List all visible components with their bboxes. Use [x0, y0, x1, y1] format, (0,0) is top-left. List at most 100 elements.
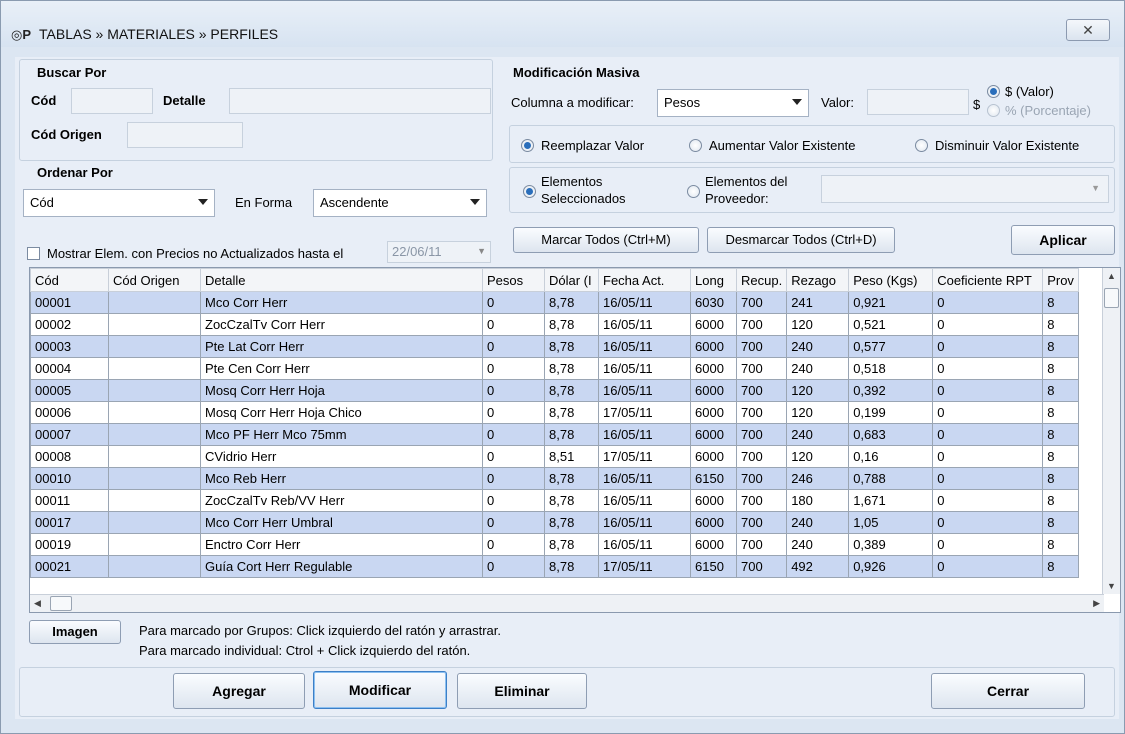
table-cell[interactable]: Guía Cort Herr Regulable [200, 555, 483, 578]
table-cell[interactable]: 700 [735, 423, 788, 446]
table-cell[interactable]: 700 [735, 291, 788, 314]
table-cell[interactable]: 00006 [30, 401, 109, 424]
table-cell[interactable]: 0,392 [848, 379, 934, 402]
table-cell[interactable]: 00019 [30, 533, 109, 556]
proveedor-select[interactable]: ▼ [821, 175, 1109, 203]
vertical-scroll-thumb[interactable] [1104, 288, 1119, 308]
table-cell[interactable]: 00007 [30, 423, 109, 446]
table-cell[interactable]: 120 [786, 379, 850, 402]
table-cell[interactable]: 6000 [690, 335, 737, 358]
table-cell[interactable]: 8 [1042, 511, 1079, 534]
table-cell[interactable]: 241 [786, 291, 850, 314]
table-cell[interactable]: 6000 [690, 379, 737, 402]
table-row[interactable]: 00010 Mco Reb Herr 0 8,78 16/05/11 6150 700 246… [30, 467, 1079, 490]
table-cell[interactable]: 0 [482, 511, 545, 534]
table-cell[interactable]: 00011 [30, 489, 109, 512]
table-cell[interactable]: 8,78 [544, 335, 599, 358]
table-cell[interactable]: 8,78 [544, 291, 599, 314]
table-cell[interactable]: ZocCzalTv Reb/VV Herr [200, 489, 483, 512]
table-cell[interactable] [108, 533, 201, 556]
table-cell[interactable]: 180 [786, 489, 850, 512]
table-cell[interactable]: 240 [786, 423, 850, 446]
table-row[interactable]: 00019 Enctro Corr Herr 0 8,78 16/05/11 6000 70… [30, 533, 1079, 556]
table-cell[interactable]: 700 [735, 335, 788, 358]
table-cell[interactable]: 8,78 [544, 555, 599, 578]
table-cell[interactable]: 240 [786, 335, 850, 358]
table-cell[interactable]: 700 [735, 467, 788, 490]
table-cell[interactable] [108, 335, 201, 358]
table-cell[interactable] [108, 511, 201, 534]
table-cell[interactable]: 0 [932, 335, 1044, 358]
table-cell[interactable]: 240 [786, 533, 850, 556]
cod-origen-input[interactable] [127, 122, 243, 148]
table-cell[interactable]: 8,78 [544, 379, 599, 402]
table-cell[interactable]: Mosq Corr Herr Hoja Chico [200, 401, 483, 424]
desmarcar-todos-button[interactable]: Desmarcar Todos (Ctrl+D) [707, 227, 895, 253]
column-select[interactable]: Pesos [657, 89, 809, 117]
order-field-select[interactable]: Cód [23, 189, 215, 217]
radio-proveedor[interactable] [687, 185, 700, 198]
radio-aumentar[interactable] [689, 139, 702, 152]
table-cell[interactable]: 16/05/11 [598, 533, 691, 556]
table-cell[interactable]: 16/05/11 [598, 489, 691, 512]
table-row[interactable]: 00006 Mosq Corr Herr Hoja Chico 0 8,78 17/05… [30, 401, 1079, 424]
table-cell[interactable]: 6150 [690, 555, 737, 578]
table-cell[interactable]: 0 [482, 555, 545, 578]
table-cell[interactable]: 8 [1042, 357, 1079, 380]
table-cell[interactable]: 16/05/11 [598, 423, 691, 446]
table-cell[interactable]: 17/05/11 [598, 445, 691, 468]
table-cell[interactable] [108, 291, 201, 314]
table-cell[interactable]: 0 [932, 467, 1044, 490]
table-row[interactable]: 00021 Guía Cort Herr Regulable 0 8,78 17/05/… [30, 555, 1079, 578]
table-cell[interactable]: Mco Corr Herr Umbral [200, 511, 483, 534]
table-cell[interactable] [108, 357, 201, 380]
table-cell[interactable]: 240 [786, 511, 850, 534]
table-cell[interactable] [108, 313, 201, 336]
table-cell[interactable]: 00002 [30, 313, 109, 336]
table-cell[interactable]: 00004 [30, 357, 109, 380]
materials-grid[interactable]: Cód Cód Origen Detalle Pesos Dólar (I Fecha A… [29, 267, 1121, 613]
table-cell[interactable]: 6000 [690, 357, 737, 380]
table-cell[interactable]: 8,51 [544, 445, 599, 468]
table-cell[interactable]: Pte Lat Corr Herr [200, 335, 483, 358]
table-cell[interactable]: 0 [482, 445, 545, 468]
scroll-down-icon[interactable]: ▼ [1107, 581, 1116, 591]
table-cell[interactable]: 0 [932, 445, 1044, 468]
table-cell[interactable]: 0,788 [848, 467, 934, 490]
column-header[interactable]: Fecha Act. [598, 268, 691, 292]
column-header[interactable]: Recup. [735, 268, 788, 292]
table-cell[interactable]: 6000 [690, 489, 737, 512]
column-header[interactable]: Detalle [200, 268, 483, 292]
table-cell[interactable]: Mosq Corr Herr Hoja [200, 379, 483, 402]
column-header[interactable]: Long [690, 268, 737, 292]
table-cell[interactable]: 0 [932, 291, 1044, 314]
table-cell[interactable]: 0,577 [848, 335, 934, 358]
title-bar[interactable]: ◎P TABLAS » MATERIALES » PERFILES ✕ [1, 1, 1124, 47]
table-row[interactable]: 00017 Mco Corr Herr Umbral 0 8,78 16/05/11 60… [30, 511, 1079, 534]
table-cell[interactable]: 8,78 [544, 423, 599, 446]
table-cell[interactable]: 8 [1042, 313, 1079, 336]
table-row[interactable]: 00007 Mco PF Herr Mco 75mm 0 8,78 16/05/11 60… [30, 423, 1079, 446]
table-cell[interactable] [108, 467, 201, 490]
table-cell[interactable]: 0 [932, 401, 1044, 424]
table-cell[interactable]: 0 [482, 313, 545, 336]
table-cell[interactable]: 0 [932, 357, 1044, 380]
table-cell[interactable]: 6000 [690, 533, 737, 556]
table-cell[interactable]: 700 [735, 445, 788, 468]
table-cell[interactable]: 120 [786, 445, 850, 468]
table-cell[interactable]: 8 [1042, 379, 1079, 402]
table-cell[interactable]: Enctro Corr Herr [200, 533, 483, 556]
table-cell[interactable]: 6000 [690, 511, 737, 534]
table-cell[interactable]: 700 [735, 489, 788, 512]
table-cell[interactable]: 0,683 [848, 423, 934, 446]
table-cell[interactable]: 0,521 [848, 313, 934, 336]
table-cell[interactable]: 0 [482, 291, 545, 314]
table-cell[interactable]: Pte Cen Corr Herr [200, 357, 483, 380]
valor-input[interactable] [867, 89, 969, 115]
table-cell[interactable]: 8 [1042, 423, 1079, 446]
table-cell[interactable]: 17/05/11 [598, 555, 691, 578]
horizontal-scroll-thumb[interactable] [50, 596, 72, 611]
table-cell[interactable]: 6000 [690, 401, 737, 424]
table-cell[interactable]: 0 [482, 423, 545, 446]
column-header[interactable]: Rezago [786, 268, 850, 292]
